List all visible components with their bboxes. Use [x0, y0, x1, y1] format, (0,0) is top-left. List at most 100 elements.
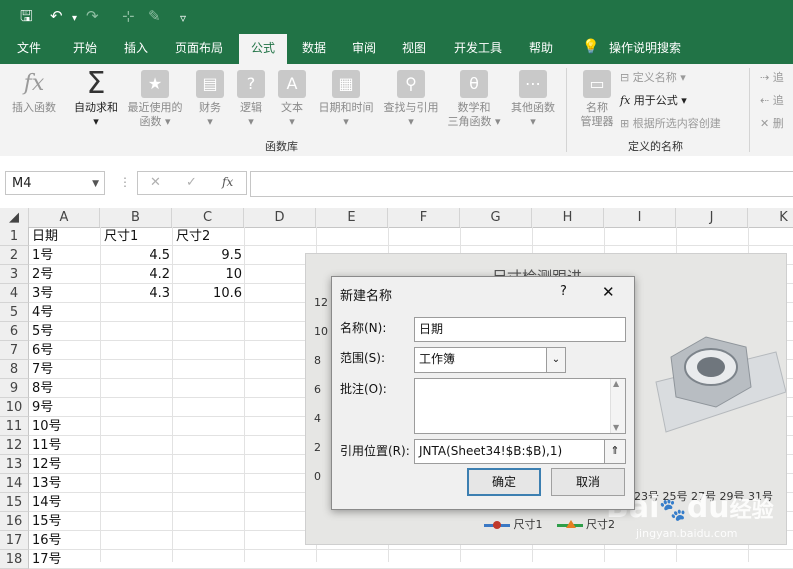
- cancel-icon[interactable]: ✕: [150, 175, 161, 190]
- chevron-down-icon[interactable]: ⌄: [546, 348, 565, 372]
- tab-help[interactable]: 帮助: [518, 34, 564, 64]
- cell-a9[interactable]: 8号: [32, 379, 98, 398]
- column-header-j[interactable]: J: [676, 208, 748, 227]
- cell-b3[interactable]: 4.2: [100, 265, 170, 284]
- tab-review[interactable]: 审阅: [341, 34, 387, 64]
- name-manager-button[interactable]: ▭ 名称 管理器: [574, 68, 620, 129]
- row-header-13[interactable]: 13: [0, 455, 29, 474]
- more-functions-button[interactable]: ⋯ 其他函数 ▾: [506, 68, 560, 129]
- tab-insert[interactable]: 插入: [112, 34, 160, 64]
- cell-c4[interactable]: 10.6: [172, 284, 242, 303]
- lookup-reference-button[interactable]: ⚲ 查找与引用 ▾: [380, 68, 442, 129]
- collapse-dialog-icon[interactable]: ⇑: [604, 440, 625, 463]
- row-header-5[interactable]: 5: [0, 303, 29, 322]
- column-header-e[interactable]: E: [316, 208, 388, 227]
- row-header-17[interactable]: 17: [0, 531, 29, 550]
- column-header-i[interactable]: I: [604, 208, 676, 227]
- row-header-16[interactable]: 16: [0, 512, 29, 531]
- select-all-corner[interactable]: ◢: [0, 208, 29, 227]
- column-header-h[interactable]: H: [532, 208, 604, 227]
- text-button[interactable]: A 文本 ▾: [274, 68, 310, 129]
- scroll-down-icon[interactable]: ▼: [613, 423, 619, 433]
- use-in-formula-button[interactable]: fx 用于公式 ▾: [620, 93, 687, 109]
- column-header-a[interactable]: A: [29, 208, 100, 227]
- cell-a3[interactable]: 2号: [32, 265, 98, 284]
- date-time-button[interactable]: ▦ 日期和时间 ▾: [314, 68, 378, 129]
- save-icon[interactable]: 🖫: [20, 7, 33, 25]
- cell-a13[interactable]: 12号: [32, 455, 98, 474]
- cell-a15[interactable]: 14号: [32, 493, 98, 512]
- cell-c2[interactable]: 9.5: [172, 246, 242, 265]
- cell-a4[interactable]: 3号: [32, 284, 98, 303]
- column-header-k[interactable]: K: [748, 208, 793, 227]
- cell-a1[interactable]: 日期: [32, 227, 98, 246]
- cell-a18[interactable]: 17号: [32, 550, 98, 569]
- comment-textarea[interactable]: ▲ ▼: [414, 378, 626, 434]
- column-header-c[interactable]: C: [172, 208, 244, 227]
- tab-page-layout[interactable]: 页面布局: [166, 34, 232, 64]
- tab-file[interactable]: 文件: [6, 34, 52, 64]
- row-header-2[interactable]: 2: [0, 246, 29, 265]
- tell-me-search[interactable]: 操作说明搜索: [604, 34, 686, 64]
- row-header-7[interactable]: 7: [0, 341, 29, 360]
- cell-b4[interactable]: 4.3: [100, 284, 170, 303]
- row-header-4[interactable]: 4: [0, 284, 29, 303]
- tab-data[interactable]: 数据: [291, 34, 337, 64]
- create-from-selection-button[interactable]: ⊞ 根据所选内容创建: [620, 116, 721, 132]
- cell-a12[interactable]: 11号: [32, 436, 98, 455]
- name-input[interactable]: 日期: [414, 317, 626, 342]
- cell-c1[interactable]: 尺寸2: [176, 227, 242, 246]
- ok-button[interactable]: 确定: [467, 468, 541, 496]
- column-header-f[interactable]: F: [388, 208, 460, 227]
- format-painter-icon[interactable]: ✎: [148, 7, 161, 25]
- cell-a17[interactable]: 16号: [32, 531, 98, 550]
- remove-arrows-button[interactable]: ✕ 删: [760, 116, 784, 132]
- financial-button[interactable]: ▤ 财务 ▾: [190, 68, 230, 129]
- cell-a11[interactable]: 10号: [32, 417, 98, 436]
- recently-used-button[interactable]: ★ 最近使用的 函数 ▾: [124, 68, 186, 129]
- tab-view[interactable]: 视图: [391, 34, 437, 64]
- autosum-button[interactable]: Σ 自动求和 ▾: [68, 68, 124, 129]
- comment-scrollbar[interactable]: ▲ ▼: [610, 379, 625, 433]
- row-header-15[interactable]: 15: [0, 493, 29, 512]
- tab-home[interactable]: 开始: [60, 34, 110, 64]
- formula-input[interactable]: [250, 171, 793, 197]
- scroll-up-icon[interactable]: ▲: [613, 379, 619, 389]
- row-header-12[interactable]: 12: [0, 436, 29, 455]
- undo-dropdown-icon[interactable]: ▾: [72, 10, 77, 28]
- cell-b1[interactable]: 尺寸1: [104, 227, 170, 246]
- name-box[interactable]: M4 ▼: [5, 171, 105, 195]
- cell-a5[interactable]: 4号: [32, 303, 98, 322]
- insert-function-icon[interactable]: fx: [222, 175, 233, 189]
- cell-a7[interactable]: 6号: [32, 341, 98, 360]
- cell-c3[interactable]: 10: [172, 265, 242, 284]
- cancel-button[interactable]: 取消: [551, 468, 625, 496]
- close-icon[interactable]: ✕: [602, 283, 615, 301]
- scope-select[interactable]: 工作簿 ⌄: [414, 347, 566, 373]
- row-header-14[interactable]: 14: [0, 474, 29, 493]
- tab-developer[interactable]: 开发工具: [446, 34, 510, 64]
- customize-quick-access-icon[interactable]: ▿: [180, 9, 186, 27]
- redo-icon[interactable]: ↷: [86, 7, 99, 25]
- row-header-1[interactable]: 1: [0, 227, 29, 246]
- tab-formulas[interactable]: 公式: [239, 34, 287, 64]
- cell-a6[interactable]: 5号: [32, 322, 98, 341]
- cell-a16[interactable]: 15号: [32, 512, 98, 531]
- touch-mode-icon[interactable]: ⊹: [122, 7, 135, 25]
- trace-dependents-button[interactable]: ⇠ 追: [760, 93, 784, 109]
- row-header-9[interactable]: 9: [0, 379, 29, 398]
- column-header-b[interactable]: B: [100, 208, 172, 227]
- define-name-button[interactable]: ⊟ 定义名称 ▾: [620, 70, 686, 86]
- logical-button[interactable]: ? 逻辑 ▾: [234, 68, 268, 129]
- row-header-3[interactable]: 3: [0, 265, 29, 284]
- row-header-10[interactable]: 10: [0, 398, 29, 417]
- undo-icon[interactable]: ↶: [50, 7, 63, 25]
- check-icon[interactable]: ✓: [186, 175, 197, 190]
- row-header-18[interactable]: 18: [0, 550, 29, 569]
- column-header-g[interactable]: G: [460, 208, 532, 227]
- cell-a10[interactable]: 9号: [32, 398, 98, 417]
- insert-function-button[interactable]: fx 插入函数: [6, 68, 62, 115]
- cell-b2[interactable]: 4.5: [100, 246, 170, 265]
- help-button[interactable]: ?: [560, 284, 567, 299]
- cell-a14[interactable]: 13号: [32, 474, 98, 493]
